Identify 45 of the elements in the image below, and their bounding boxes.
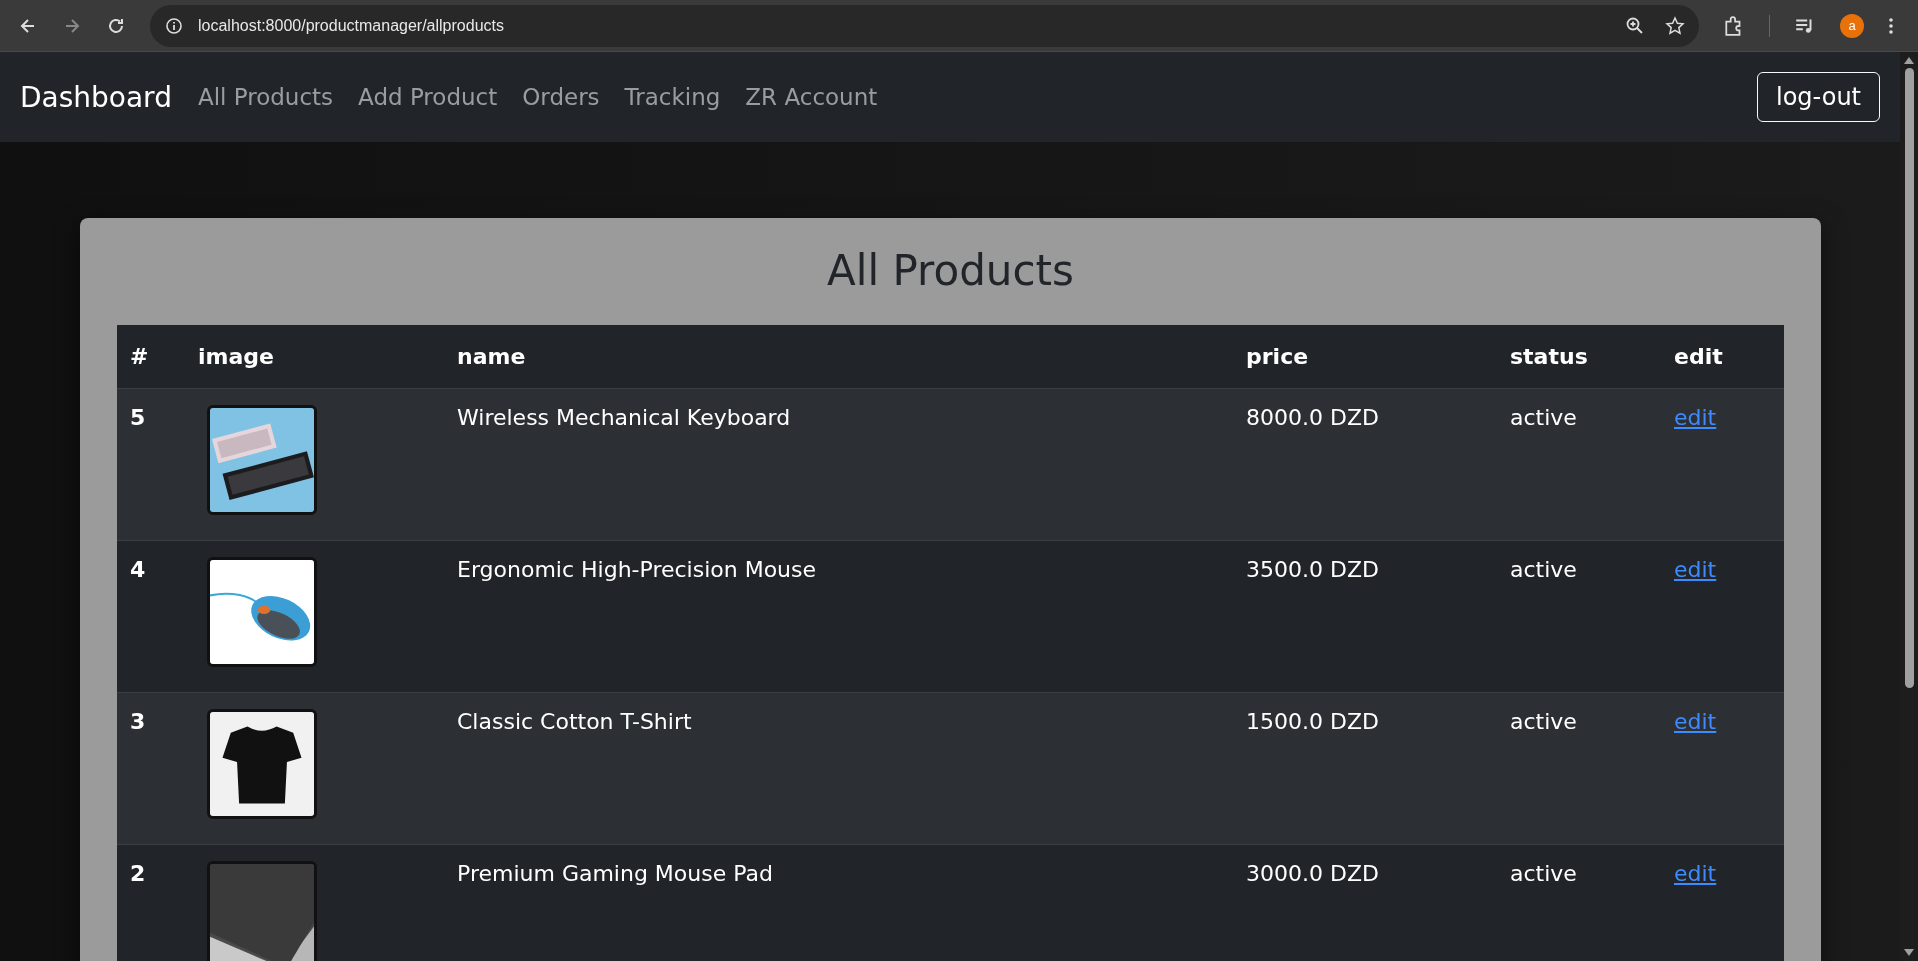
nav-link[interactable]: Orders: [522, 84, 600, 110]
nav-link[interactable]: Tracking: [624, 84, 721, 110]
table-cell: Wireless Mechanical Keyboard: [444, 388, 1233, 541]
table-cell: 5: [117, 388, 185, 541]
table-cell: active: [1497, 844, 1661, 961]
column-header: price: [1233, 325, 1497, 389]
column-header: #: [117, 325, 185, 389]
table-cell: active: [1497, 388, 1661, 541]
column-header: status: [1497, 325, 1661, 389]
table-cell: Classic Cotton T-Shirt: [444, 692, 1233, 845]
edit-link[interactable]: edit: [1674, 861, 1717, 886]
table-cell: 1500.0 DZD: [1233, 692, 1497, 845]
table-cell: 3: [117, 692, 185, 845]
nav-link[interactable]: Add Product: [358, 84, 498, 110]
scrollbar-thumb[interactable]: [1904, 68, 1914, 688]
table-cell: Ergonomic High-Precision Mouse: [444, 540, 1233, 693]
column-header: image: [185, 325, 444, 389]
url-text: localhost:8000/productmanager/allproducts: [198, 16, 505, 35]
logout-button[interactable]: log-out: [1757, 72, 1880, 122]
edit-link[interactable]: edit: [1674, 557, 1717, 582]
table-cell: 3000.0 DZD: [1233, 844, 1497, 961]
table-cell: Premium Gaming Mouse Pad: [444, 844, 1233, 961]
brand-link[interactable]: Dashboard: [20, 80, 172, 114]
page-title: All Products: [826, 246, 1075, 295]
column-header: edit: [1661, 325, 1784, 389]
column-header: name: [444, 325, 1233, 389]
table-cell: 2: [117, 844, 185, 961]
star-icon[interactable]: [1665, 15, 1685, 36]
nav-link[interactable]: All Products: [197, 84, 334, 110]
table-cell: 8000.0 DZD: [1233, 388, 1497, 541]
table-cell: 3500.0 DZD: [1233, 540, 1497, 693]
scroll-up-icon[interactable]: [1904, 56, 1914, 64]
edit-link[interactable]: edit: [1674, 709, 1717, 734]
edit-link[interactable]: edit: [1674, 405, 1717, 430]
table-cell: 4: [117, 540, 185, 693]
info-icon[interactable]: [164, 15, 184, 36]
nav-link[interactable]: ZR Account: [745, 84, 878, 110]
address-bar[interactable]: localhost:8000/productmanager/allproducts: [150, 4, 1699, 47]
profile-avatar[interactable]: a: [1840, 13, 1864, 38]
table-cell: active: [1497, 692, 1661, 845]
scroll-down-icon[interactable]: [1904, 949, 1914, 957]
zoom-icon[interactable]: [1625, 15, 1645, 36]
table-cell: active: [1497, 540, 1661, 693]
more-icon[interactable]: [1888, 15, 1894, 36]
scrollbar[interactable]: [1900, 52, 1918, 961]
